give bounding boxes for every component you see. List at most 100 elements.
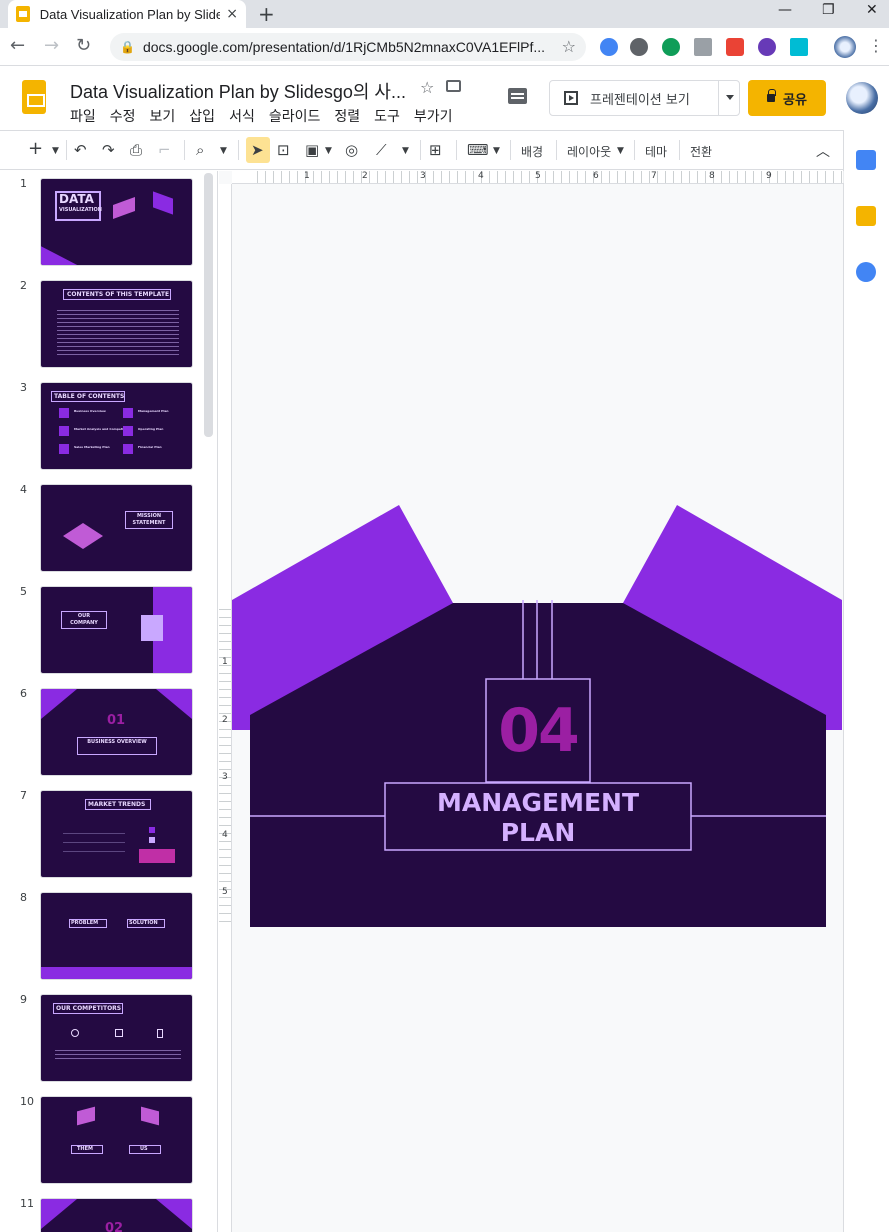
address-bar[interactable]: 🔒 docs.google.com/presentation/d/1RjCMb5… [110, 33, 586, 61]
image-icon[interactable]: ▣ [305, 141, 319, 159]
browser-tab[interactable]: Data Visualization Plan by Slide × [8, 0, 246, 28]
menu-arrange[interactable]: 정렬 [334, 106, 360, 126]
side-panel [843, 130, 889, 1232]
close-window-button[interactable]: ✕ [866, 2, 878, 18]
body-text-lines [57, 307, 179, 357]
theme-button[interactable]: 테마 [645, 143, 667, 160]
slide-thumbnail-3[interactable]: TABLE OF CONTENTS Business Overview Mark… [40, 382, 193, 470]
slide-thumbnail-11[interactable]: 02 [40, 1198, 193, 1232]
slide-thumbnail-8[interactable]: PROBLEM SOLUTION [40, 892, 193, 980]
browser-tab-bar: Data Visualization Plan by Slide × + — ❐… [0, 0, 889, 28]
forward-button[interactable]: → [44, 35, 59, 56]
menu-edit[interactable]: 수정 [110, 106, 136, 126]
menu-addons[interactable]: 부가기 [414, 106, 453, 126]
calendar-icon[interactable] [856, 150, 876, 170]
present-button[interactable]: 프레젠테이션 보기 [549, 80, 740, 116]
zoom-icon[interactable]: ⌕ [196, 141, 204, 159]
redo-icon[interactable]: ↷ [102, 141, 115, 159]
toc-icon [59, 444, 69, 454]
select-cursor-icon[interactable]: ➤ [251, 141, 264, 159]
slide-thumbnail-7[interactable]: MARKET TRENDS [40, 790, 193, 878]
undo-icon[interactable]: ↶ [74, 141, 87, 159]
text-box-icon[interactable]: ⊡ [277, 141, 290, 159]
url-text[interactable]: docs.google.com/presentation/d/1RjCMb5N2… [143, 39, 553, 55]
extension-green-icon[interactable] [662, 38, 680, 56]
slide-thumbnail-4[interactable]: MISSION STATEMENT [40, 484, 193, 572]
paint-format-icon[interactable]: ⌐ [158, 141, 171, 159]
transition-button[interactable]: 전환 [690, 143, 712, 160]
layout-button[interactable]: 레이아웃 [567, 143, 611, 160]
profile-avatar-icon[interactable] [834, 36, 856, 58]
slide-thumbnail-9[interactable]: OUR COMPETITORS [40, 994, 193, 1082]
vertical-ruler[interactable]: 1 2 3 4 5 [219, 184, 232, 1232]
toc-icon [59, 426, 69, 436]
menu-insert[interactable]: 삽입 [189, 106, 215, 126]
line-dropdown-icon[interactable]: ▼ [402, 146, 409, 156]
move-folder-icon[interactable] [446, 80, 461, 92]
slide-thumbnail-5[interactable]: OUR COMPANY [40, 586, 193, 674]
section-number[interactable]: 04 [486, 698, 590, 764]
slide-filmstrip[interactable]: 1 DATA VISUALIZATION 2 CONTENTS OF THIS … [0, 171, 218, 1232]
menu-file[interactable]: 파일 [70, 106, 96, 126]
extension-tasks-icon[interactable] [600, 38, 618, 56]
add-comment-icon[interactable]: ⊞ [429, 141, 442, 159]
new-slide-icon[interactable]: + [28, 138, 43, 159]
slide-thumbnail-10[interactable]: THEM US [40, 1096, 193, 1184]
background-button[interactable]: 배경 [521, 143, 543, 160]
slide-thumbnail-2[interactable]: CONTENTS OF THIS TEMPLATE [40, 280, 193, 368]
ruler-label: 2 [222, 715, 228, 725]
back-button[interactable]: ← [10, 35, 25, 56]
section-title-line2[interactable]: PLAN [385, 818, 691, 848]
line-icon[interactable]: ⟋ [376, 141, 387, 159]
share-button[interactable]: 공유 [748, 80, 826, 116]
horizontal-ruler[interactable]: 1 2 3 4 5 6 7 8 9 [232, 171, 844, 184]
slide-number: 6 [20, 687, 27, 700]
reload-button[interactable]: ↻ [76, 35, 91, 56]
bookmark-star-icon[interactable]: ☆ [562, 37, 576, 56]
extension-pinterest-icon[interactable] [630, 38, 648, 56]
menu-slide[interactable]: 슬라이드 [269, 106, 321, 126]
zoom-dropdown-icon[interactable]: ▼ [220, 146, 227, 156]
document-title[interactable]: Data Visualization Plan by Slidesgo의 사..… [70, 78, 406, 104]
image-dropdown-icon[interactable]: ▼ [325, 146, 332, 156]
section-title-line1[interactable]: MANAGEMENT [385, 788, 691, 818]
new-slide-dropdown-icon[interactable]: ▼ [52, 146, 59, 156]
comment-history-icon[interactable] [508, 88, 527, 104]
tasks-icon[interactable] [856, 262, 876, 282]
star-document-icon[interactable]: ☆ [420, 78, 434, 97]
slides-logo-icon[interactable] [22, 80, 46, 114]
slide-number: 3 [20, 381, 27, 394]
filmstrip-scrollbar[interactable] [204, 173, 213, 437]
layout-dropdown-icon[interactable]: ▼ [617, 146, 624, 156]
toolbar-divider [456, 140, 457, 160]
toolbar-divider [238, 140, 239, 160]
keep-icon[interactable] [856, 206, 876, 226]
slide-thumbnail-1[interactable]: DATA VISUALIZATION [40, 178, 193, 266]
extension-drive-icon[interactable] [694, 38, 712, 56]
menu-format[interactable]: 서식 [229, 106, 255, 126]
slide-thumbnail-6[interactable]: 01 BUSINESS OVERVIEW [40, 688, 193, 776]
extension-cast-icon[interactable] [726, 38, 744, 56]
print-icon[interactable]: ⎙ [130, 141, 142, 159]
thumb-title: OUR COMPETITORS [56, 1005, 122, 1012]
present-dropdown-icon[interactable] [726, 95, 734, 100]
thumb-title: CONTENTS OF THIS TEMPLATE [67, 291, 170, 298]
corner-accent [156, 1199, 192, 1229]
minimize-button[interactable]: — [778, 2, 792, 18]
extension-snowflake-icon[interactable] [790, 38, 808, 56]
shape-icon[interactable]: ◎ [345, 141, 358, 159]
input-tools-icon[interactable]: ⌨ [467, 141, 489, 159]
toolbar-divider [679, 140, 680, 160]
new-tab-button[interactable]: + [258, 2, 275, 26]
menu-tools[interactable]: 도구 [374, 106, 400, 126]
slide-number: 10 [20, 1095, 34, 1108]
account-avatar[interactable] [846, 82, 878, 114]
chrome-menu-icon[interactable]: ⋮ [868, 36, 884, 55]
extension-circle-icon[interactable] [758, 38, 776, 56]
slide-number: 1 [20, 177, 27, 190]
collapse-toolbar-icon[interactable]: ︿ [816, 141, 830, 161]
input-tools-dropdown-icon[interactable]: ▼ [493, 146, 500, 156]
tab-close-icon[interactable]: × [226, 6, 238, 22]
menu-view[interactable]: 보기 [150, 106, 176, 126]
restore-button[interactable]: ❐ [822, 2, 835, 18]
